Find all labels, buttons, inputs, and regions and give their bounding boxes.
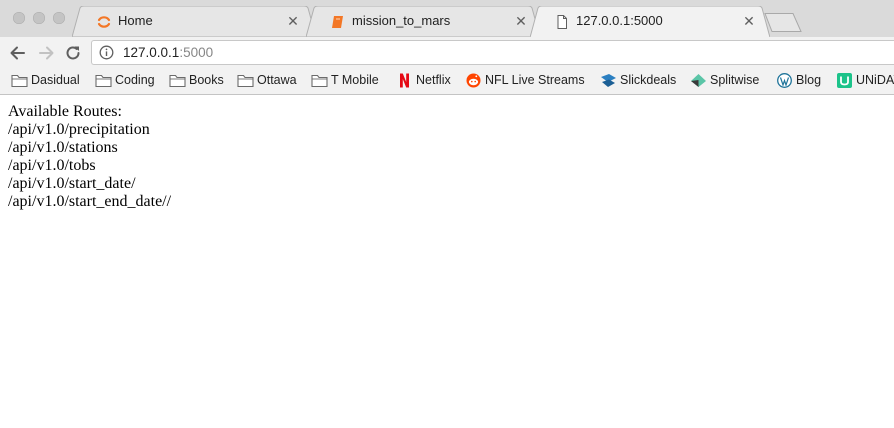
url-text[interactable]: 127.0.0.1:5000 xyxy=(123,45,213,60)
browser-toolbar: 127.0.0.1:5000 xyxy=(0,37,894,68)
bookmark-label: NFL Live Streams xyxy=(485,73,585,87)
tab-close-icon[interactable]: ✕ xyxy=(514,14,528,28)
window-minimize-button[interactable] xyxy=(33,12,45,24)
bookmark-label: Splitwise xyxy=(710,73,760,87)
new-tab-button[interactable] xyxy=(764,13,802,32)
info-icon[interactable] xyxy=(99,45,114,60)
splitwise-icon xyxy=(691,74,706,87)
tab-title: mission_to_mars xyxy=(352,13,451,28)
back-button[interactable] xyxy=(8,43,28,63)
tab-title: Home xyxy=(118,13,153,28)
bookmark-label: Slickdeals xyxy=(620,73,677,87)
tab-title: 127.0.0.1:5000 xyxy=(576,13,663,28)
route-tobs: /api/v1.0/tobs xyxy=(8,157,96,174)
reddit-icon xyxy=(466,73,481,88)
unidays-icon xyxy=(837,73,852,88)
forward-button[interactable] xyxy=(36,43,56,63)
bookmark-label: UNiDAY xyxy=(856,73,894,87)
route-precipitation: /api/v1.0/precipitation xyxy=(8,121,150,138)
window-zoom-button[interactable] xyxy=(53,12,65,24)
url-port: :5000 xyxy=(179,45,214,60)
folder-icon xyxy=(237,74,254,88)
url-host: 127.0.0.1 xyxy=(123,45,180,60)
tab-close-icon[interactable]: ✕ xyxy=(286,14,300,28)
folder-icon xyxy=(311,74,328,88)
bookmark-label: Blog xyxy=(796,73,822,87)
folder-icon xyxy=(169,74,186,88)
bookmark-label: Ottawa xyxy=(257,73,297,87)
tab-close-icon[interactable]: ✕ xyxy=(742,14,756,28)
route-stations: /api/v1.0/stations xyxy=(8,139,118,156)
slickdeals-icon xyxy=(601,74,616,87)
window-close-button[interactable] xyxy=(13,12,25,24)
orange-notebook-icon xyxy=(332,16,343,28)
bookmark-label: Dasidual xyxy=(31,73,80,87)
page-content: Available Routes: /api/v1.0/precipitatio… xyxy=(8,103,171,211)
wordpress-icon xyxy=(777,73,792,88)
tab-mission-to-mars[interactable]: mission_to_mars ✕ xyxy=(306,6,540,37)
bookmark-label: Books xyxy=(189,73,224,87)
bookmark-label: T Mobile xyxy=(331,73,379,87)
tab-localhost[interactable]: 127.0.0.1:5000 ✕ xyxy=(530,6,770,37)
route-start-date: /api/v1.0/start_date/ xyxy=(8,175,136,192)
orange-ring-icon xyxy=(97,16,111,28)
folder-icon xyxy=(11,74,28,88)
tab-strip: Home ✕ mission_to_mars ✕ 127.0.0.1:5000 … xyxy=(0,0,894,37)
netflix-icon xyxy=(400,73,409,88)
route-start-end-date: /api/v1.0/start_end_date// xyxy=(8,193,172,210)
reload-button[interactable] xyxy=(63,43,83,63)
address-bar[interactable]: 127.0.0.1:5000 xyxy=(91,40,894,65)
routes-heading: Available Routes: xyxy=(8,103,122,120)
bookmark-label: Coding xyxy=(115,73,155,87)
tab-home[interactable]: Home ✕ xyxy=(72,6,316,37)
bookmark-label: Netflix xyxy=(416,73,451,87)
folder-icon xyxy=(95,74,112,88)
bookmarks-bar: Dasidual Coding Books Ottawa T Mobile Ne… xyxy=(0,68,894,95)
page-icon xyxy=(557,15,567,29)
